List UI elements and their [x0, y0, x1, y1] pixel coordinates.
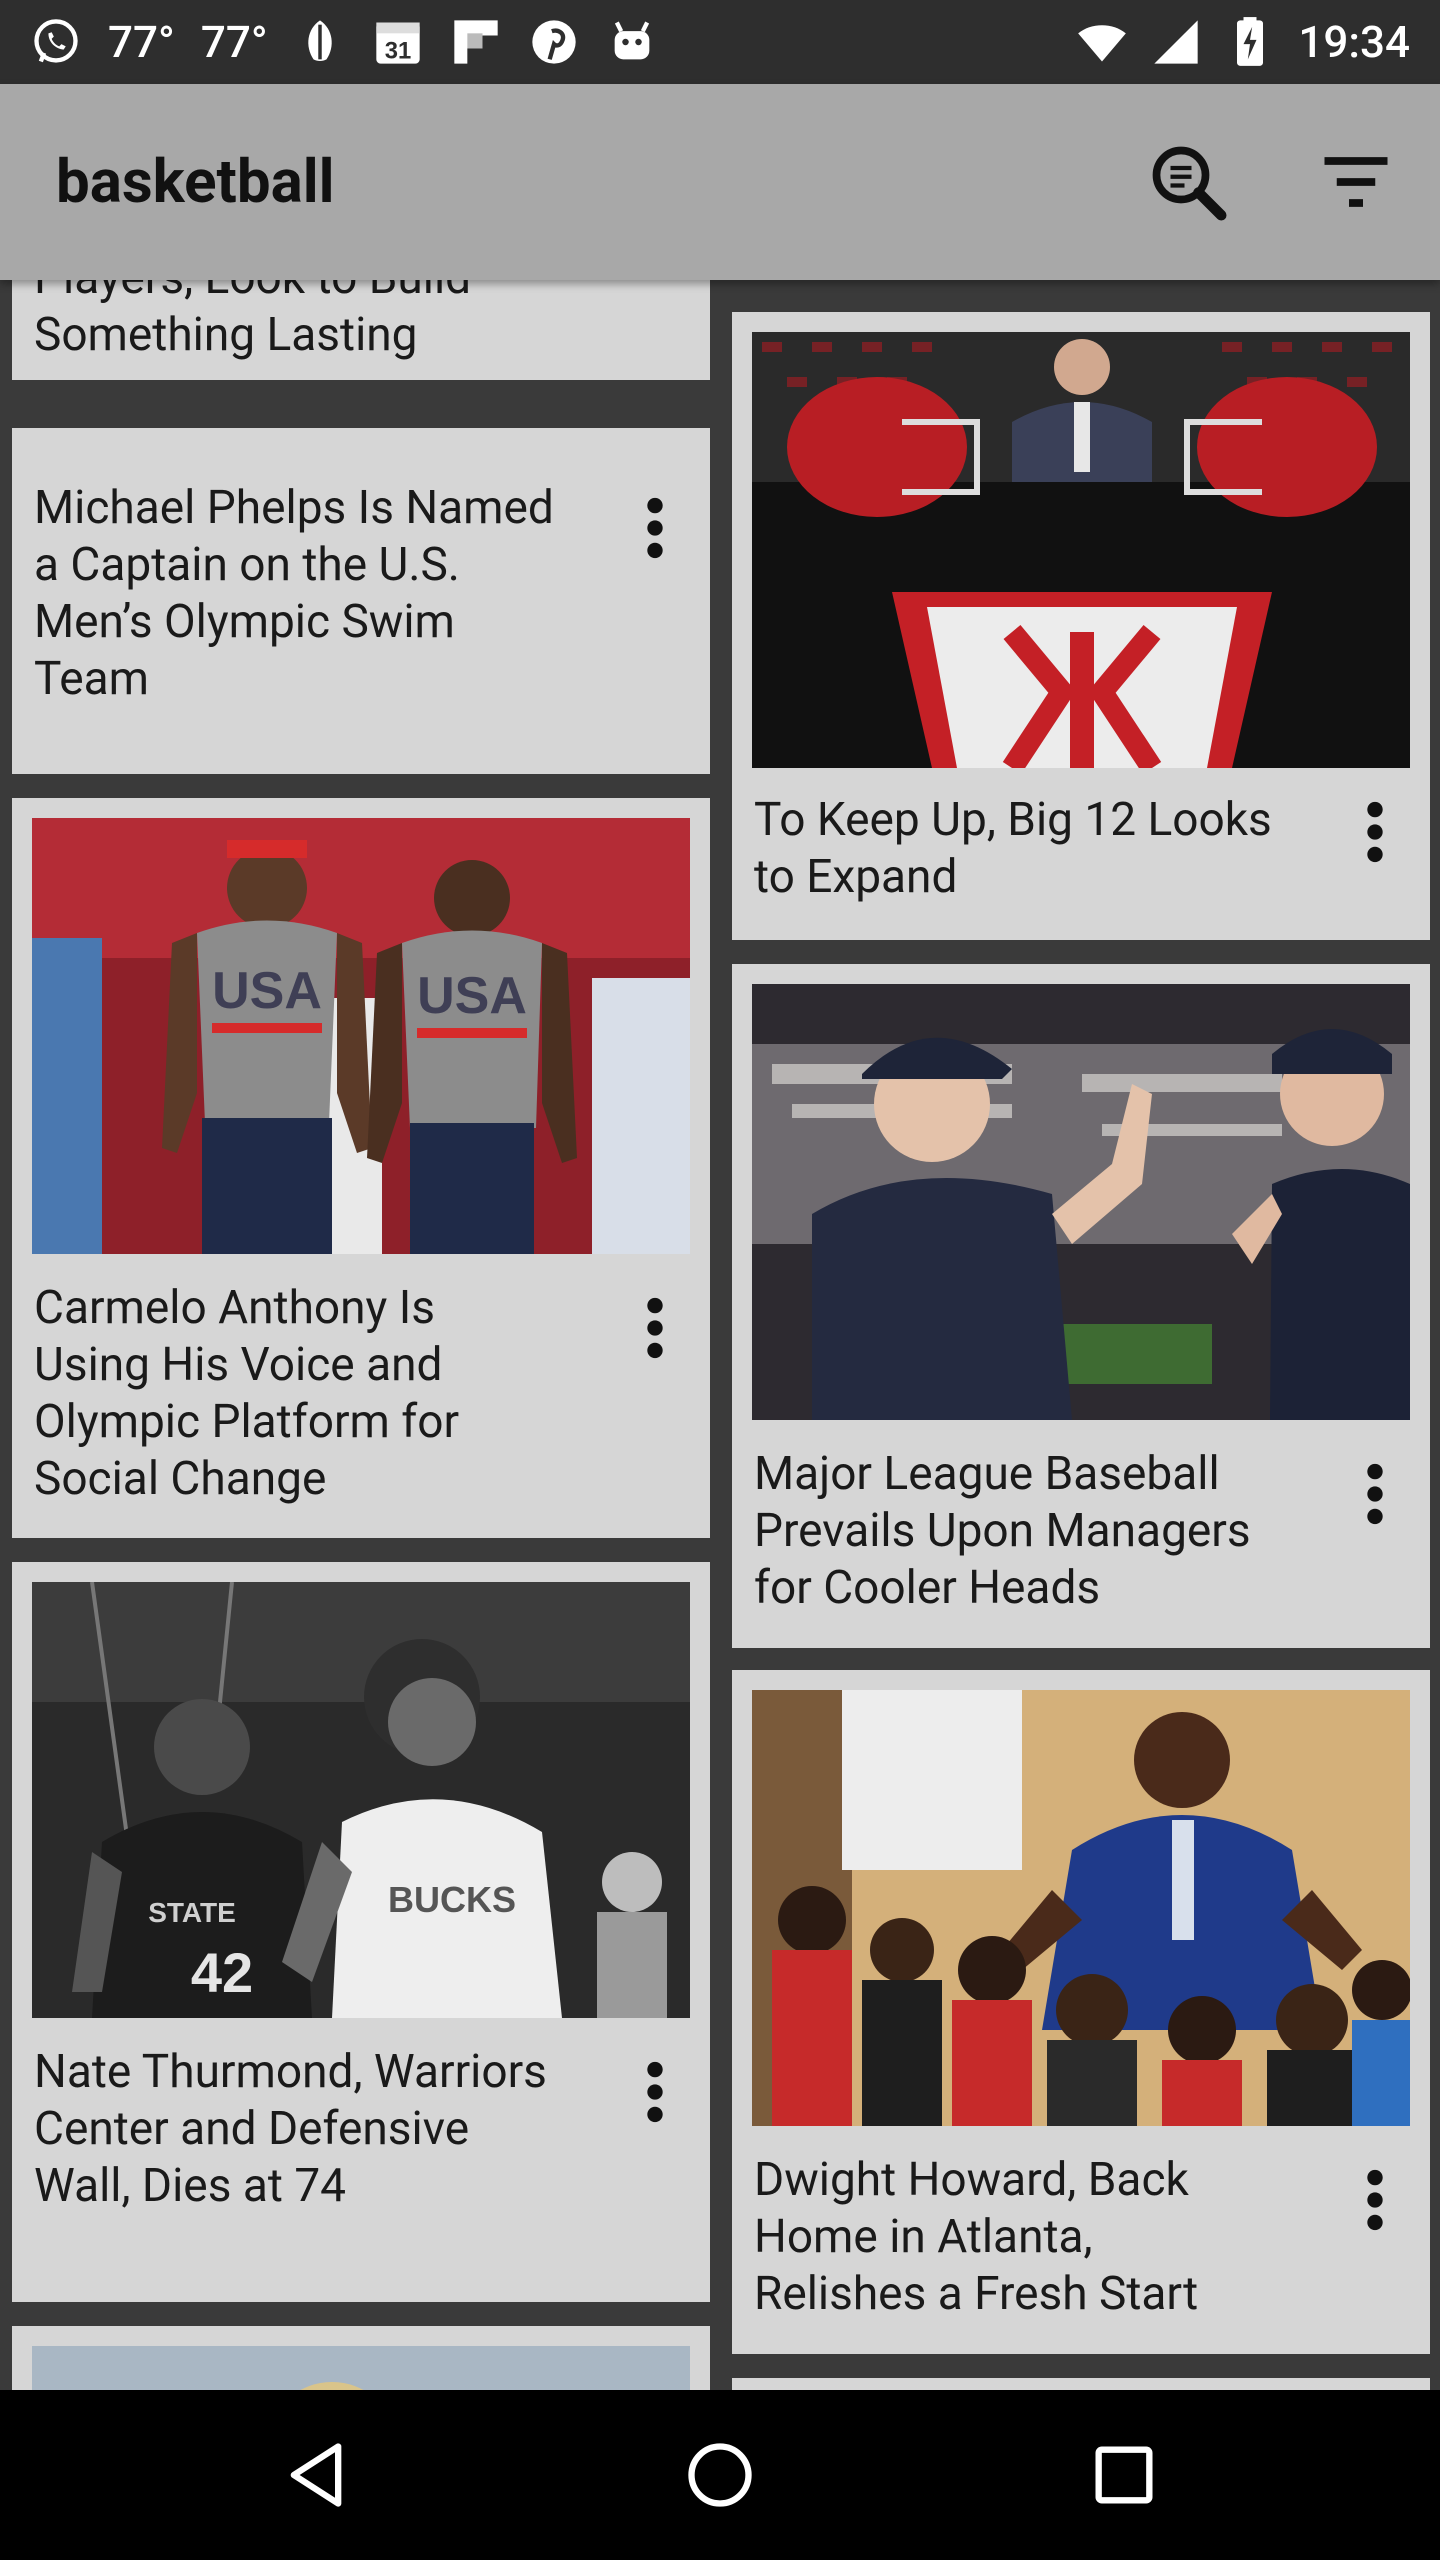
jersey-text-usa-2: USA	[417, 967, 527, 1025]
article-image: USA USA	[32, 818, 690, 1254]
more-options-button[interactable]	[630, 488, 680, 568]
article-title: Dwight Howard, Back Home in Atlanta, Rel…	[754, 2153, 1199, 2321]
calendar-icon: 31	[372, 16, 424, 68]
jersey-number: 42	[191, 1941, 253, 2004]
signal-icon	[1150, 16, 1202, 68]
wifi-icon	[1076, 16, 1128, 68]
article-card-carmelo[interactable]: USA USA Carmelo Anthony Is Using His Voi…	[12, 798, 710, 1538]
more-options-button[interactable]	[1350, 1454, 1400, 1534]
more-vert-icon	[1367, 1463, 1383, 1525]
article-card-howard[interactable]: Dwight Howard, Back Home in Atlanta, Rel…	[732, 1670, 1430, 2354]
search-icon	[1152, 146, 1227, 221]
filter-icon	[1324, 157, 1388, 207]
weather-temp-1: 77°	[108, 16, 175, 68]
flipboard-icon	[450, 16, 502, 68]
article-card-left-bottom[interactable]	[12, 2326, 710, 2390]
article-card-left-top[interactable]: Players, Look to Build Something Lasting	[12, 280, 710, 380]
leaf-icon	[294, 16, 346, 68]
more-vert-icon	[647, 497, 663, 559]
article-image	[752, 984, 1410, 1420]
recents-square-icon	[1095, 2446, 1153, 2504]
search-button[interactable]	[1138, 132, 1238, 232]
more-options-button[interactable]	[630, 2052, 680, 2132]
article-card-phelps[interactable]: Michael Phelps Is Named a Captain on the…	[12, 428, 710, 774]
article-card-thurmond[interactable]: 42 STATE BUCKS Nate Thurmond, Warriors C…	[12, 1562, 710, 2302]
pinterest-icon	[528, 16, 580, 68]
nav-home-button[interactable]	[670, 2425, 770, 2525]
article-title: Major League Baseball Prevails Upon Mana…	[754, 1447, 1251, 1615]
article-card-mlb[interactable]: Major League Baseball Prevails Upon Mana…	[732, 964, 1430, 1648]
calendar-day: 31	[384, 37, 411, 64]
system-nav-bar	[0, 2390, 1440, 2560]
nav-back-button[interactable]	[266, 2425, 366, 2525]
more-vert-icon	[647, 2061, 663, 2123]
app-toolbar: basketball	[0, 84, 1440, 280]
more-options-button[interactable]	[1350, 792, 1400, 872]
battery-charging-icon	[1224, 16, 1276, 68]
nav-recents-button[interactable]	[1074, 2425, 1174, 2525]
article-title: Players, Look to Build Something Lasting	[34, 280, 471, 362]
weather-temp-2: 77°	[200, 16, 268, 68]
more-options-button[interactable]	[1350, 2160, 1400, 2240]
article-title: Nate Thurmond, Warriors Center and Defen…	[34, 2045, 547, 2213]
jersey-text-bucks: BUCKS	[388, 1879, 516, 1920]
home-circle-icon	[688, 2443, 752, 2507]
article-feed[interactable]: Players, Look to Build Something Lasting…	[0, 280, 1440, 2390]
article-title: Michael Phelps Is Named a Captain on the…	[34, 481, 554, 706]
more-vert-icon	[1367, 801, 1383, 863]
article-image	[752, 332, 1410, 768]
jersey-text-usa-1: USA	[212, 962, 322, 1020]
page-title: basketball	[56, 146, 335, 217]
more-options-button[interactable]	[630, 1288, 680, 1368]
article-title: To Keep Up, Big 12 Looks to Expand	[754, 793, 1272, 904]
article-image	[752, 1690, 1410, 2126]
android-icon	[606, 16, 658, 68]
article-card-big12[interactable]: To Keep Up, Big 12 Looks to Expand	[732, 312, 1430, 940]
article-title: Carmelo Anthony Is Using His Voice and O…	[34, 1281, 460, 1506]
status-bar: 77° 77° 31 19:34	[0, 0, 1440, 84]
more-vert-icon	[1367, 2169, 1383, 2231]
more-vert-icon	[647, 1297, 663, 1359]
clock: 19:34	[1298, 16, 1410, 68]
whatsapp-icon	[30, 16, 82, 68]
article-image: 42 STATE BUCKS	[32, 1582, 690, 2018]
back-triangle-icon	[290, 2443, 342, 2507]
article-image	[32, 2346, 690, 2390]
filter-button[interactable]	[1306, 132, 1406, 232]
jersey-text-state: STATE	[148, 1897, 236, 1928]
article-card-right-bottom[interactable]	[732, 2378, 1430, 2390]
